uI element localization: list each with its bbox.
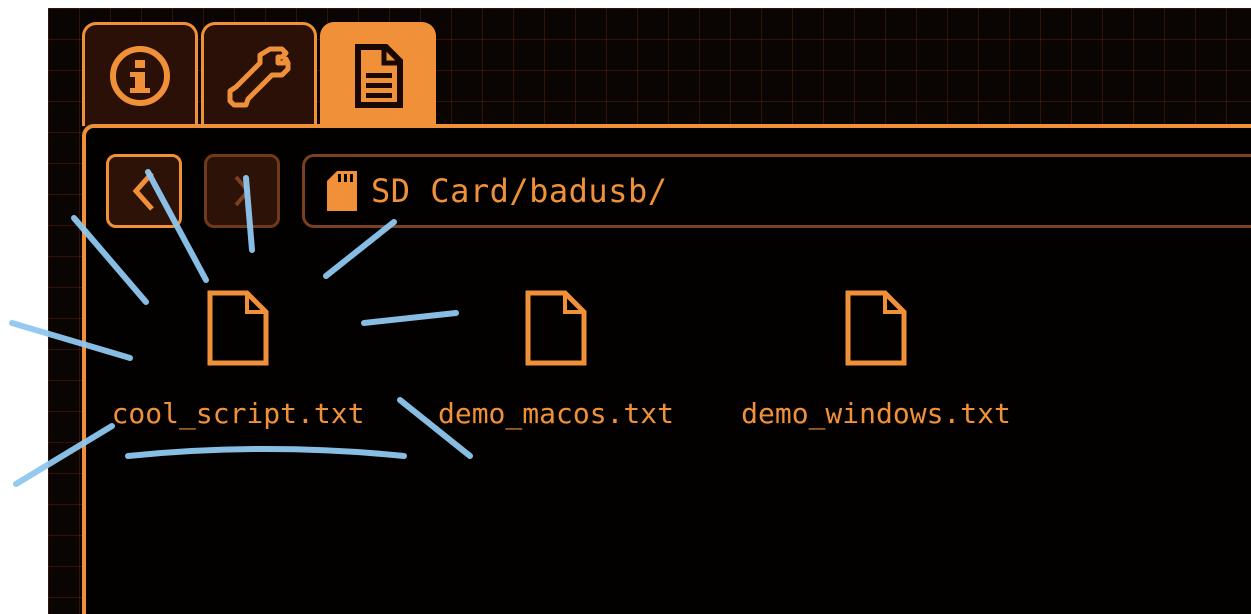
file-browser-window: SD Card/badusb/ cool_script.txt demo_mac…	[48, 8, 1251, 614]
file-item-demo-macos[interactable]: demo_macos.txt	[416, 290, 696, 438]
tab-files[interactable]	[320, 22, 436, 126]
info-icon	[110, 45, 170, 106]
file-icon	[207, 290, 269, 366]
path-bar[interactable]: SD Card/badusb/	[302, 154, 1251, 228]
file-item-demo-windows[interactable]: demo_windows.txt	[736, 290, 1016, 438]
tab-info[interactable]	[82, 22, 198, 126]
wrench-icon	[227, 46, 291, 107]
tab-settings[interactable]	[201, 22, 317, 126]
file-icon	[525, 290, 587, 366]
document-icon	[355, 43, 403, 108]
chevron-right-icon	[234, 175, 251, 207]
file-panel: SD Card/badusb/ cool_script.txt demo_mac…	[82, 124, 1251, 614]
chevron-left-icon	[132, 171, 154, 211]
sd-card-icon	[327, 171, 357, 211]
file-name: cool_script.txt	[111, 397, 365, 430]
back-button[interactable]	[106, 154, 182, 228]
file-icon	[845, 290, 907, 366]
file-item-cool-script[interactable]: cool_script.txt	[98, 290, 378, 438]
forward-button[interactable]	[204, 154, 280, 228]
path-text: SD Card/badusb/	[371, 172, 668, 210]
file-name: demo_windows.txt	[741, 397, 1011, 430]
file-name: demo_macos.txt	[437, 397, 674, 430]
